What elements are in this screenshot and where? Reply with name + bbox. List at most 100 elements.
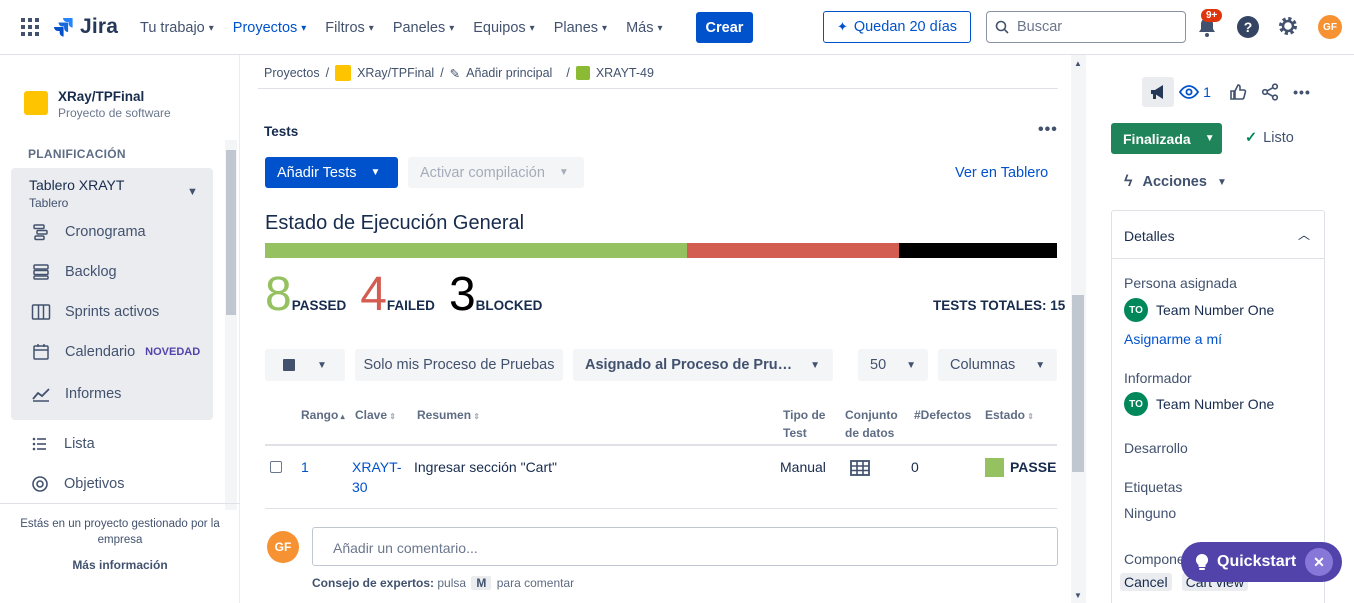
chevron-down-icon: ▼ (810, 359, 820, 371)
status-dropdown-button[interactable]: Finalizada ▼ (1111, 123, 1222, 154)
sidebar-item-cronograma[interactable]: Cronograma (31, 222, 146, 242)
breadcrumb-issue-key[interactable]: XRAYT-49 (596, 66, 654, 80)
sidebar-scrollbar[interactable] (225, 140, 237, 510)
share-icon[interactable] (1254, 77, 1286, 107)
board-title[interactable]: Tablero XRAYT (29, 177, 124, 193)
breadcrumb-project[interactable]: XRay/TPFinal (357, 66, 434, 80)
row-rank: 1 (301, 459, 309, 475)
blocked-count: 3 (448, 268, 476, 321)
nav-planes[interactable]: Planes ▾ (554, 18, 607, 38)
assign-to-me-link[interactable]: Asignarme a mí (1124, 331, 1222, 347)
user-avatar[interactable]: GF (1318, 15, 1342, 39)
column-label: Rango (301, 408, 339, 422)
nav-paneles[interactable]: Paneles ▾ (393, 18, 454, 38)
labels-label: Etiquetas (1124, 479, 1183, 495)
new-badge: NOVEDAD (145, 346, 201, 358)
column-header-status[interactable]: Estado ⇕ (985, 406, 1034, 426)
chevron-down-icon[interactable]: ▼ (187, 186, 198, 198)
nav-label: Filtros (325, 20, 365, 36)
breadcrumb-add-parent[interactable]: Añadir principal (466, 66, 552, 80)
trial-button[interactable]: ✦ Quedan 20 días (823, 11, 971, 43)
assignee-value[interactable]: TO Team Number One (1124, 298, 1274, 322)
column-header-rank[interactable]: Rango ▴ (301, 406, 345, 426)
scrollbar-thumb[interactable] (1072, 295, 1084, 472)
activate-build-button[interactable]: Activar compilación ▼ (408, 157, 584, 188)
chevron-down-icon: ▼ (558, 167, 569, 178)
passed-status-icon (985, 457, 1004, 477)
more-info-link[interactable]: Más información (0, 558, 240, 572)
row-checkbox[interactable] (270, 461, 282, 473)
dataset-table-icon[interactable] (850, 460, 870, 476)
column-header-summary[interactable]: Resumen ⇕ (417, 406, 480, 426)
nav-label: Equipos (473, 20, 526, 36)
scrollbar-thumb[interactable] (226, 150, 236, 315)
sidebar-item-sprints[interactable]: Sprints activos (31, 302, 159, 322)
jira-logo[interactable]: Jira (52, 14, 118, 40)
view-in-board-link[interactable]: Ver en Tablero (955, 165, 1048, 181)
close-icon[interactable]: ✕ (1305, 548, 1333, 576)
breadcrumb-separator: / (325, 66, 330, 80)
select-all-dropdown[interactable]: ▼ (265, 349, 345, 381)
passed-count: 8 (265, 268, 292, 321)
nav-proyectos[interactable]: Proyectos ▾ (233, 18, 307, 38)
components-label: Compone (1124, 551, 1185, 567)
reporter-value[interactable]: TO Team Number One (1124, 392, 1274, 416)
breadcrumb-proyectos[interactable]: Proyectos (264, 66, 320, 80)
actions-dropdown[interactable]: ϟ Acciones ▼ (1124, 173, 1227, 191)
nav-label: Tu trabajo (140, 20, 205, 36)
sidebar-item-lista[interactable]: Lista (30, 434, 95, 454)
column-header-defects[interactable]: #Defectos (914, 406, 971, 424)
sidebar-item-backlog[interactable]: Backlog (31, 262, 117, 282)
columns-label: Columnas (950, 357, 1016, 373)
sidebar-item-calendario[interactable]: Calendario NOVEDAD (31, 342, 200, 362)
chevron-down-icon: ▼ (317, 359, 327, 371)
column-header-dataset[interactable]: Conjunto de datos (845, 406, 907, 442)
tip-suffix: para comentar (496, 576, 575, 590)
thumbs-up-icon[interactable] (1222, 77, 1254, 107)
page-size-dropdown[interactable]: 50 ▼ (858, 349, 928, 381)
help-icon[interactable]: ? (1237, 16, 1259, 38)
sidebar-item-label: Lista (64, 436, 95, 452)
nav-mas[interactable]: Más ▾ (626, 18, 662, 38)
gear-icon[interactable] (1277, 15, 1299, 37)
add-tests-button[interactable]: Añadir Tests ▼ (265, 157, 398, 188)
status-label: Finalizada (1123, 130, 1191, 147)
scroll-down-arrow-icon[interactable]: ▼ (1074, 591, 1082, 600)
main-scrollbar[interactable]: ▲ ▼ (1071, 55, 1086, 603)
resolution-label: Listo (1263, 130, 1294, 146)
nav-filtros[interactable]: Filtros ▾ (325, 18, 374, 38)
component-tag: Cancel (1120, 573, 1172, 591)
watchers-button[interactable]: 1 (1174, 77, 1216, 107)
list-icon (30, 434, 50, 454)
labels-value[interactable]: Ninguno (1124, 505, 1176, 521)
project-header[interactable]: XRay/TPFinal Proyecto de software (24, 89, 171, 120)
blocked-label: BLOCKED (475, 298, 543, 313)
nav-tu-trabajo[interactable]: Tu trabajo ▾ (140, 18, 214, 38)
app-switcher-icon[interactable] (21, 18, 39, 36)
scroll-up-arrow-icon[interactable]: ▲ (1074, 59, 1082, 68)
project-avatar-icon (24, 91, 48, 115)
column-label: Resumen (417, 408, 472, 422)
announcement-megaphone-icon[interactable] (1142, 77, 1174, 107)
details-header[interactable]: Detalles ︿ (1112, 211, 1324, 259)
breadcrumb: Proyectos / XRay/TPFinal / ✎ Añadir prin… (264, 65, 654, 81)
row-key-link[interactable]: XRAYT-30 (352, 457, 402, 497)
more-options-icon[interactable]: ••• (1038, 121, 1058, 139)
columns-dropdown[interactable]: Columnas ▼ (938, 349, 1057, 381)
only-mine-filter[interactable]: Solo mis Proceso de Pruebas (355, 349, 563, 381)
tests-heading: Tests (264, 124, 299, 139)
nav-equipos[interactable]: Equipos ▾ (473, 18, 534, 38)
jira-logo-text: Jira (80, 15, 119, 38)
search-input[interactable]: Buscar (986, 11, 1186, 43)
sidebar-item-objetivos[interactable]: Objetivos (30, 474, 124, 494)
comment-input[interactable]: Añadir un comentario... (312, 527, 1058, 566)
assigned-filter-dropdown[interactable]: Asignado al Proceso de Pru… ▼ (573, 349, 833, 381)
assignee-label: Persona asignada (1124, 275, 1237, 291)
more-actions-icon[interactable]: ••• (1286, 77, 1318, 107)
column-header-test-type[interactable]: Tipo de Test (783, 406, 833, 442)
column-header-key[interactable]: Clave ⇕ (355, 406, 396, 426)
chevron-down-icon: ▾ (529, 22, 535, 34)
create-button[interactable]: Crear (696, 12, 753, 43)
search-icon (995, 20, 1009, 34)
sidebar-item-informes[interactable]: Informes (31, 384, 121, 404)
